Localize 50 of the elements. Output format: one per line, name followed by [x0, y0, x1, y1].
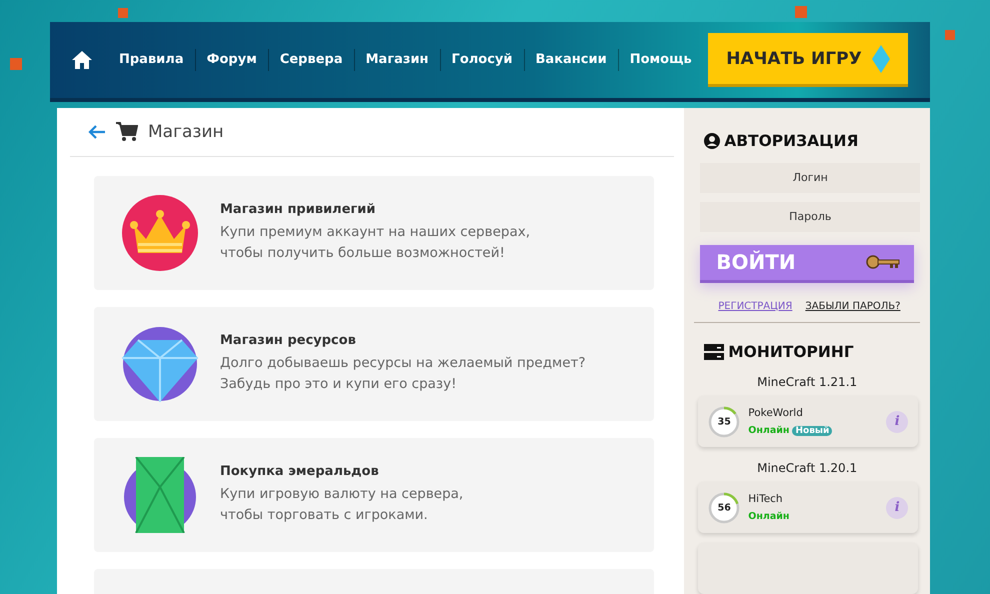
key-icon — [866, 255, 900, 270]
pixel-block — [795, 6, 807, 18]
user-icon — [704, 133, 720, 149]
server-status: Онлайн — [748, 511, 790, 522]
nav-link[interactable]: Вакансии — [524, 49, 618, 71]
back-arrow-icon[interactable] — [88, 125, 106, 139]
card-title: Магазин ресурсов — [220, 333, 357, 348]
page-title: Магазин — [148, 122, 224, 142]
new-badge: Новый — [792, 426, 832, 436]
pixel-block — [10, 58, 22, 70]
server-version: MineCraft 1.21.1 — [756, 375, 858, 389]
nav-link[interactable]: Голосуй — [440, 49, 524, 71]
player-count: 56 — [718, 502, 731, 513]
nav-link[interactable]: Форум — [194, 49, 268, 71]
nav-link[interactable]: Помощь — [618, 49, 703, 71]
card-title: Покупка эмеральдов — [220, 464, 380, 479]
server-name: HiTech — [748, 493, 784, 505]
player-count: 35 — [718, 416, 731, 427]
card-title: Магазин привилегий — [220, 202, 377, 217]
auth-title: АВТОРИЗАЦИЯ — [684, 132, 930, 150]
home-icon[interactable] — [72, 50, 92, 70]
cart-icon — [116, 122, 138, 142]
nav-link[interactable]: Магазин — [354, 49, 440, 71]
server-name: PokeWorld — [748, 407, 804, 419]
crystal-icon — [872, 44, 890, 72]
server-version: MineCraft 1.20.1 — [756, 461, 858, 475]
password-field[interactable]: Пароль — [700, 202, 920, 232]
pixel-block — [118, 8, 128, 18]
card-description: Купи игровую валюту на сервера, чтобы торговать с игроками. — [220, 485, 464, 525]
server-card[interactable]: 35 PokeWorld Онлайн Новый i — [698, 396, 918, 447]
emerald-icon — [122, 457, 198, 533]
player-ring — [708, 406, 740, 438]
player-ring — [708, 492, 740, 524]
card-description: Долго добываешь ресурсы на желаемый предмет? Забудь про это и купи его сразу! — [220, 354, 586, 394]
login-field[interactable]: Логин — [700, 163, 920, 193]
shop-card[interactable]: Магазин ресурсов Долго добываешь ресурсы на желаемый предмет? Забудь про это и купи его сразу! — [94, 307, 654, 421]
pixel-block — [945, 30, 955, 40]
card-description: Купи премиум аккаунт на наших серверах, чтобы получить больше возможностей! — [220, 223, 530, 263]
server-status: Онлайн — [748, 425, 790, 436]
shop-card[interactable]: Покупка эмеральдов Купи игровую валюту на сервера, чтобы торговать с игроками. — [94, 438, 654, 552]
shop-card[interactable]: Магазин привилегий Купи премиум аккаунт на наших серверах, чтобы получить больше возможностей! — [94, 176, 654, 290]
crown-icon — [122, 195, 198, 271]
nav-link[interactable]: Сервера — [268, 49, 354, 71]
forgot-password-link[interactable]: ЗАБЫЛИ ПАРОЛЬ? — [805, 301, 900, 312]
register-link[interactable]: РЕГИСТРАЦИЯ — [718, 301, 792, 312]
server-icon — [704, 344, 724, 360]
nav-link[interactable]: Правила — [108, 49, 195, 71]
server-card[interactable]: 56 HiTech Онлайн i — [698, 482, 918, 533]
monitoring-title: МОНИТОРИНГ — [684, 343, 930, 361]
start-game-button[interactable]: НАЧАТЬ ИГРУ — [708, 33, 908, 87]
